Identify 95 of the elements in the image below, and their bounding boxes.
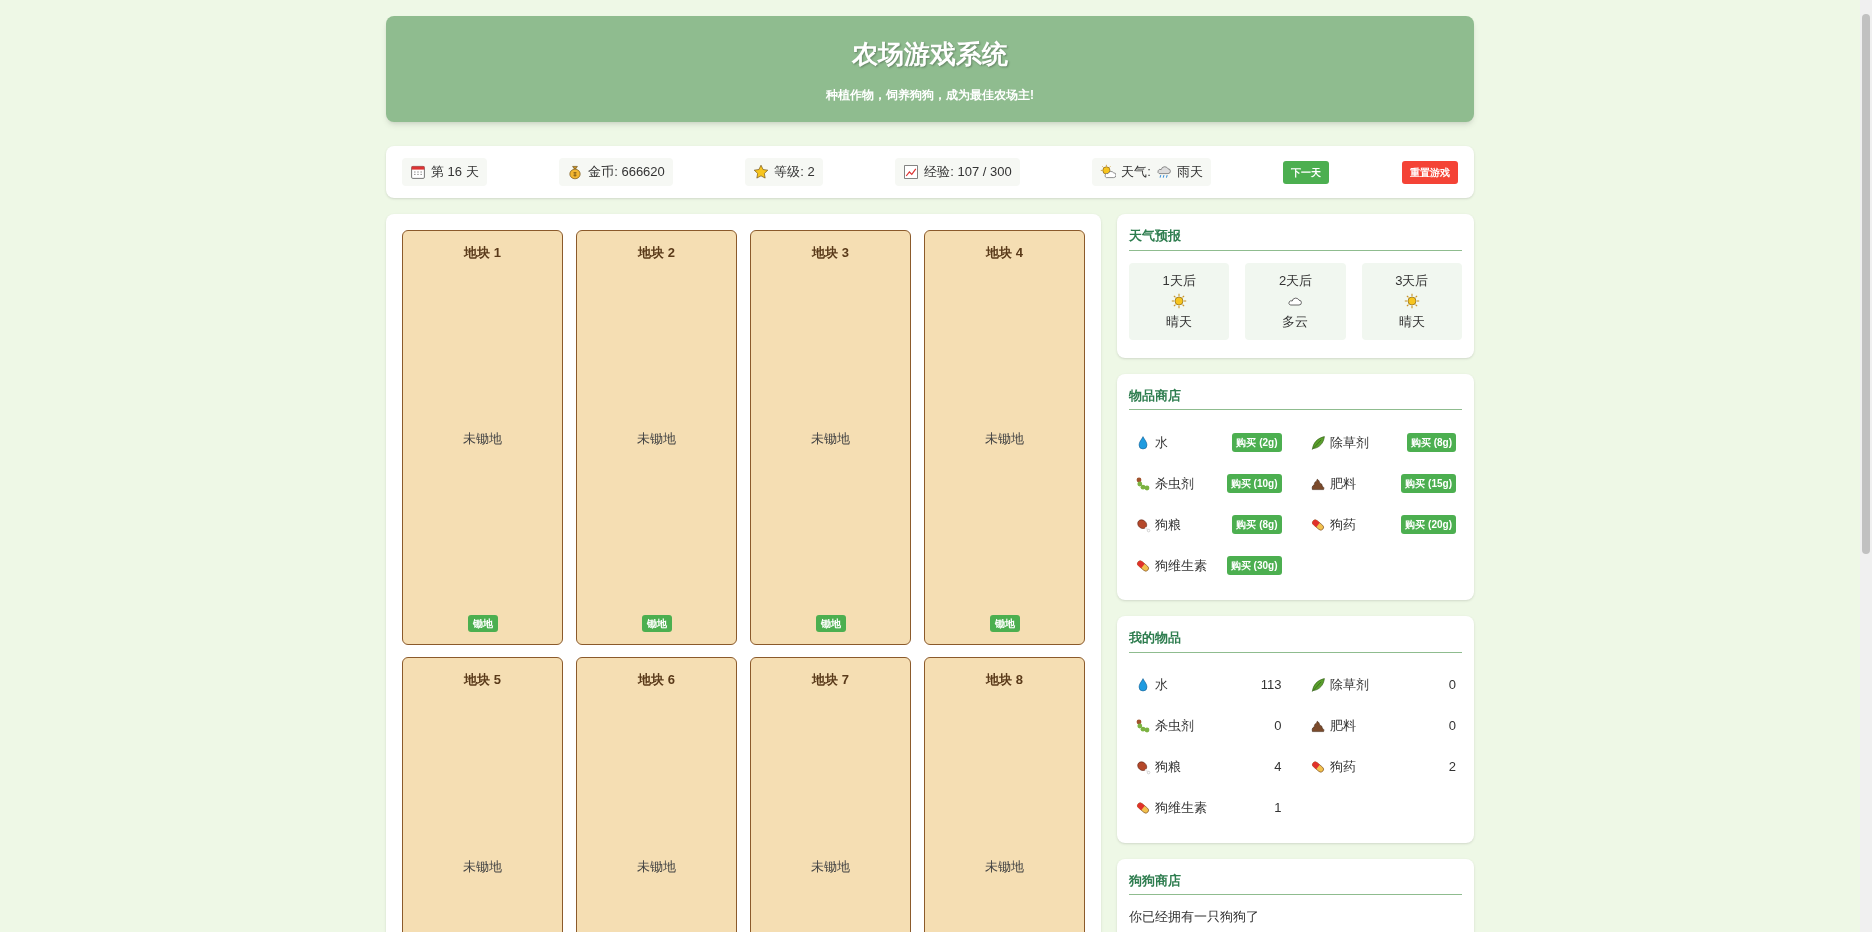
- water-drop-icon: [1135, 677, 1151, 693]
- plot-card[interactable]: 地块 4 未锄地 锄地: [924, 230, 1085, 645]
- plot-status: 未锄地: [985, 857, 1024, 876]
- calendar-icon: [410, 164, 426, 180]
- buy-button[interactable]: 购买 (8g): [1232, 515, 1282, 534]
- item-name: 狗药: [1329, 515, 1357, 534]
- item-name: 狗维生素: [1155, 799, 1208, 818]
- item-count: 0: [1448, 717, 1456, 736]
- plot-title: 地块 1: [464, 244, 501, 262]
- plot-title: 地块 6: [638, 671, 675, 689]
- sun-icon: [1403, 293, 1420, 309]
- item-name: 狗粮: [1155, 758, 1182, 777]
- item-name: 肥料: [1329, 717, 1357, 736]
- item-count: 0: [1448, 676, 1456, 695]
- item-count: 2: [1448, 758, 1456, 777]
- plot-card[interactable]: 地块 2 未锄地 锄地: [576, 230, 737, 645]
- forecast-day: 2天后: [1278, 270, 1313, 290]
- stat-label: 天气:: [1121, 163, 1151, 182]
- money-bag-icon: [567, 164, 584, 180]
- forecast-weather: 晴天: [1166, 313, 1193, 331]
- buy-button[interactable]: 购买 (15g): [1401, 474, 1456, 493]
- app-title: 农场游戏系统: [852, 37, 1008, 71]
- plot-status: 未锄地: [637, 430, 676, 448]
- plot-status: 未锄地: [637, 857, 676, 876]
- caterpillar-icon: [1135, 718, 1151, 734]
- caterpillar-icon: [1135, 475, 1151, 492]
- scrollbar-thumb[interactable]: [1862, 14, 1870, 554]
- item-name: 水: [1155, 433, 1169, 452]
- reset-button[interactable]: 重置游戏: [1401, 160, 1458, 184]
- forecast-weather: 多云: [1282, 313, 1309, 331]
- item-name: 杀虫剂: [1155, 717, 1195, 736]
- till-button[interactable]: 锄地: [641, 615, 672, 632]
- item-name: 除草剂: [1329, 676, 1370, 695]
- app-subtitle: 种植作物，饲养狗狗，成为最佳农场主!: [826, 86, 1034, 104]
- till-button[interactable]: 锄地: [989, 615, 1020, 632]
- item-name: 狗粮: [1155, 515, 1182, 534]
- stat-label: 第 16 天: [431, 163, 479, 182]
- item-name: 狗药: [1329, 758, 1357, 777]
- card-title: 狗狗商店: [1129, 870, 1462, 895]
- scrollbar[interactable]: [1860, 0, 1872, 932]
- next-day-button[interactable]: 下一天: [1283, 160, 1330, 184]
- rain-cloud-icon: [1155, 164, 1172, 180]
- leaf-icon: [1309, 677, 1326, 693]
- forecast-day: 1天后: [1162, 270, 1196, 290]
- stat-value: 雨天: [1176, 163, 1203, 182]
- chart-icon: [903, 164, 920, 180]
- stat-label: 等级: 2: [774, 163, 815, 182]
- item-count: 1: [1274, 799, 1282, 818]
- item-name: 狗维生素: [1155, 556, 1208, 575]
- stat-label: 金币: 666620: [588, 163, 665, 182]
- card-title: 天气预报: [1129, 226, 1462, 251]
- forecast-weather: 晴天: [1398, 313, 1425, 331]
- plot-title: 地块 2: [638, 244, 675, 262]
- meat-icon: [1135, 516, 1151, 533]
- plot-card[interactable]: 地块 6 未锄地: [576, 657, 737, 932]
- buy-button[interactable]: 购买 (30g): [1226, 556, 1282, 575]
- plot-status: 未锄地: [985, 430, 1024, 448]
- item-count: 4: [1274, 758, 1282, 777]
- plot-card[interactable]: 地块 5 未锄地: [402, 657, 563, 932]
- plot-title: 地块 7: [812, 671, 849, 689]
- plot-title: 地块 8: [986, 671, 1023, 689]
- item-name: 杀虫剂: [1155, 474, 1195, 493]
- card-title: 我的物品: [1129, 628, 1462, 653]
- leaf-icon: [1309, 434, 1326, 451]
- plot-card[interactable]: 地块 1 未锄地 锄地: [402, 230, 563, 645]
- item-name: 除草剂: [1329, 433, 1370, 452]
- water-drop-icon: [1135, 434, 1151, 451]
- card-title: 物品商店: [1129, 385, 1462, 410]
- plot-title: 地块 3: [812, 244, 849, 262]
- item-count: 113: [1260, 676, 1282, 695]
- plot-card[interactable]: 地块 8 未锄地: [924, 657, 1085, 932]
- item-count: 0: [1274, 717, 1282, 736]
- plot-card[interactable]: 地块 3 未锄地 锄地: [750, 230, 911, 645]
- plot-status: 未锄地: [811, 857, 850, 876]
- star-icon: [753, 164, 770, 180]
- item-name: 水: [1155, 676, 1169, 695]
- forecast-day: 3天后: [1395, 270, 1429, 290]
- sun-icon: [1171, 293, 1188, 309]
- sun-cloud-icon: [1100, 164, 1117, 180]
- meat-icon: [1135, 759, 1151, 775]
- buy-button[interactable]: 购买 (10g): [1226, 474, 1282, 493]
- plot-title: 地块 5: [464, 671, 501, 689]
- plot-title: 地块 4: [986, 244, 1023, 262]
- buy-button[interactable]: 购买 (8g): [1406, 433, 1456, 452]
- plot-status: 未锄地: [463, 430, 502, 448]
- till-button[interactable]: 锄地: [467, 615, 498, 632]
- till-button[interactable]: 锄地: [815, 615, 846, 632]
- plot-card[interactable]: 地块 7 未锄地: [750, 657, 911, 932]
- buy-button[interactable]: 购买 (20g): [1401, 515, 1456, 534]
- buy-button[interactable]: 购买 (2g): [1232, 433, 1282, 452]
- plot-status: 未锄地: [463, 857, 502, 876]
- dog-shop-message: 你已经拥有一只狗狗了: [1129, 908, 1260, 926]
- stat-label: 经验: 107 / 300: [924, 163, 1012, 182]
- plot-status: 未锄地: [811, 430, 850, 448]
- item-name: 肥料: [1329, 474, 1357, 493]
